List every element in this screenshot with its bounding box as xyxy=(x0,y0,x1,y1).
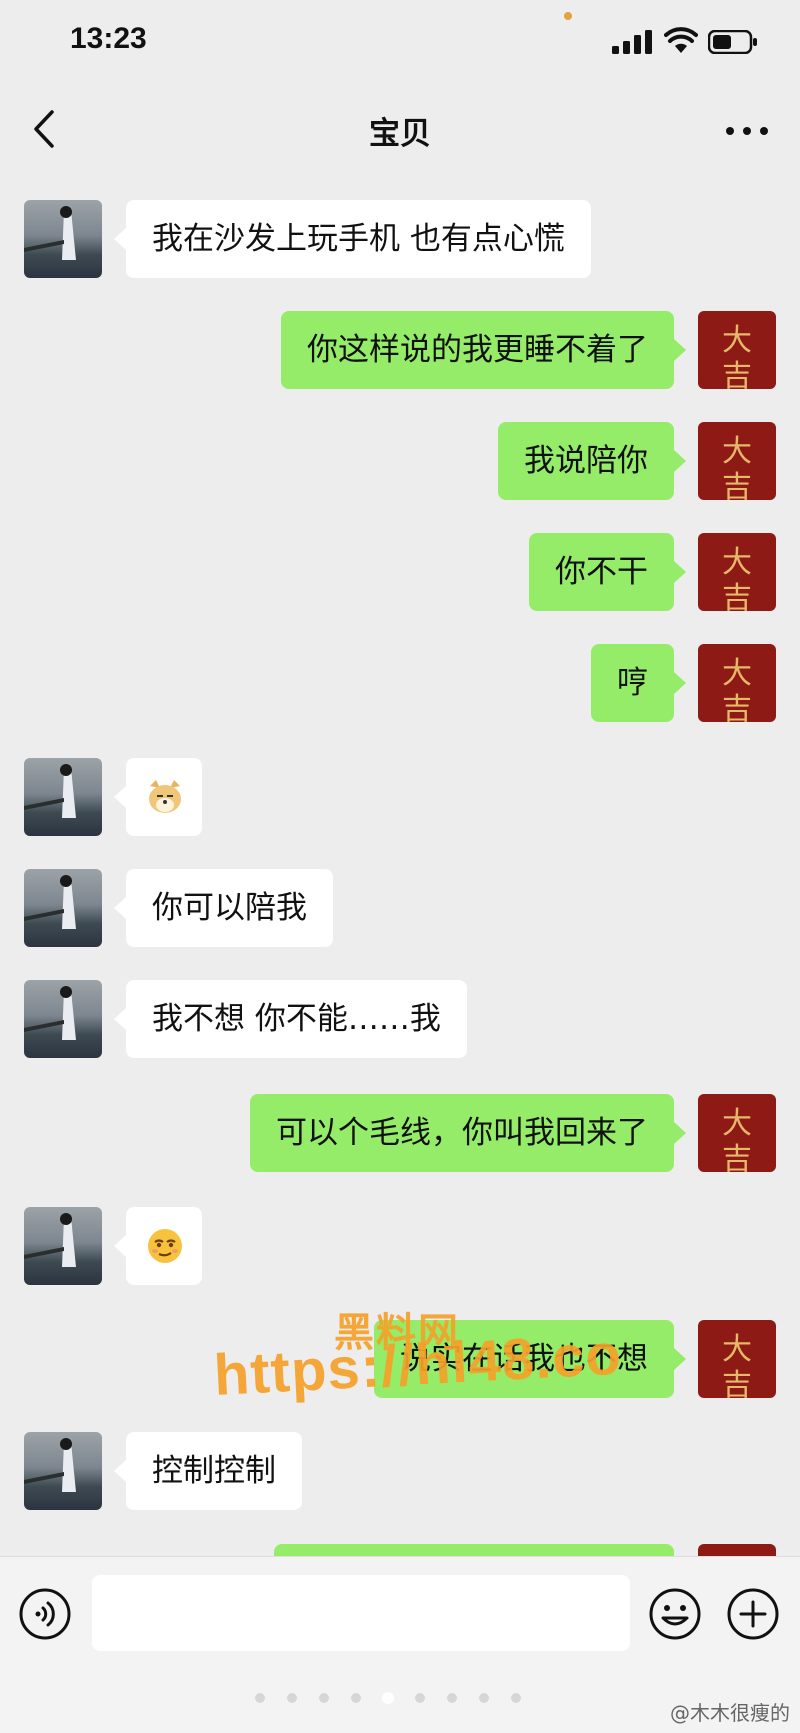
page-indicator-dots xyxy=(255,1692,521,1704)
my-avatar[interactable]: 大吉 xyxy=(698,1094,776,1172)
avatar-glyph-bottom: 吉 xyxy=(722,470,752,500)
contact-avatar[interactable] xyxy=(24,980,102,1058)
doge-emoji-icon xyxy=(149,780,181,813)
wifi-icon xyxy=(664,27,698,53)
contact-avatar[interactable] xyxy=(24,200,102,278)
my-avatar[interactable]: 大吉 xyxy=(698,311,776,389)
contact-avatar[interactable] xyxy=(24,1432,102,1510)
contact-avatar[interactable] xyxy=(24,1207,102,1285)
message-input[interactable] xyxy=(92,1575,630,1651)
outgoing-message-bubble[interactable]: 你不干 xyxy=(529,533,686,611)
avatar-glyph-bottom: 吉 xyxy=(722,1368,752,1398)
status-bar: 13:23 xyxy=(0,0,800,90)
outgoing-message-bubble[interactable]: 我说陪你 xyxy=(498,422,686,500)
contact-avatar[interactable] xyxy=(24,869,102,947)
avatar-glyph-bottom: 吉 xyxy=(722,1142,752,1172)
incoming-message-bubble[interactable]: 你可以陪我 xyxy=(114,869,333,947)
my-avatar[interactable]: 大吉 xyxy=(698,644,776,722)
incoming-emoji-bubble[interactable] xyxy=(114,1207,202,1285)
avatar-glyph-bottom: 吉 xyxy=(722,581,752,611)
emoji-picker-icon[interactable] xyxy=(648,1587,702,1641)
smirk-emoji-icon xyxy=(148,1229,182,1263)
contact-avatar[interactable] xyxy=(24,758,102,836)
incoming-emoji-bubble[interactable] xyxy=(114,758,202,836)
battery-icon xyxy=(708,30,757,54)
input-bar: @木木很痩的 xyxy=(0,1556,800,1733)
avatar-glyph-bottom: 吉 xyxy=(722,692,752,722)
incoming-message-bubble[interactable]: 我不想 你不能……我 xyxy=(114,980,467,1058)
chat-header: 宝贝 xyxy=(0,90,800,172)
more-options-icon[interactable] xyxy=(722,116,772,146)
incoming-message-bubble[interactable]: 控制控制 xyxy=(114,1432,302,1510)
avatar-glyph-bottom: 吉 xyxy=(722,359,752,389)
weibo-credit: @木木很痩的 xyxy=(670,1701,790,1725)
outgoing-message-bubble[interactable]: 可以个毛线，你叫我回来了 xyxy=(250,1094,686,1172)
voice-input-icon[interactable] xyxy=(18,1587,72,1641)
cellular-signal-icon xyxy=(612,30,652,54)
status-time: 13:23 xyxy=(70,22,147,55)
chat-title: 宝贝 xyxy=(369,116,431,152)
my-avatar[interactable]: 大吉 xyxy=(698,422,776,500)
outgoing-message-bubble[interactable]: 哼 xyxy=(591,644,686,722)
privacy-indicator-dot xyxy=(564,12,572,20)
add-attachment-icon[interactable] xyxy=(726,1587,780,1641)
my-avatar[interactable]: 大吉 xyxy=(698,533,776,611)
my-avatar[interactable]: 大吉 xyxy=(698,1320,776,1398)
outgoing-message-bubble[interactable]: 你这样说的我更睡不着了 xyxy=(281,311,686,389)
incoming-message-bubble[interactable]: 我在沙发上玩手机 也有点心慌 xyxy=(114,200,591,278)
